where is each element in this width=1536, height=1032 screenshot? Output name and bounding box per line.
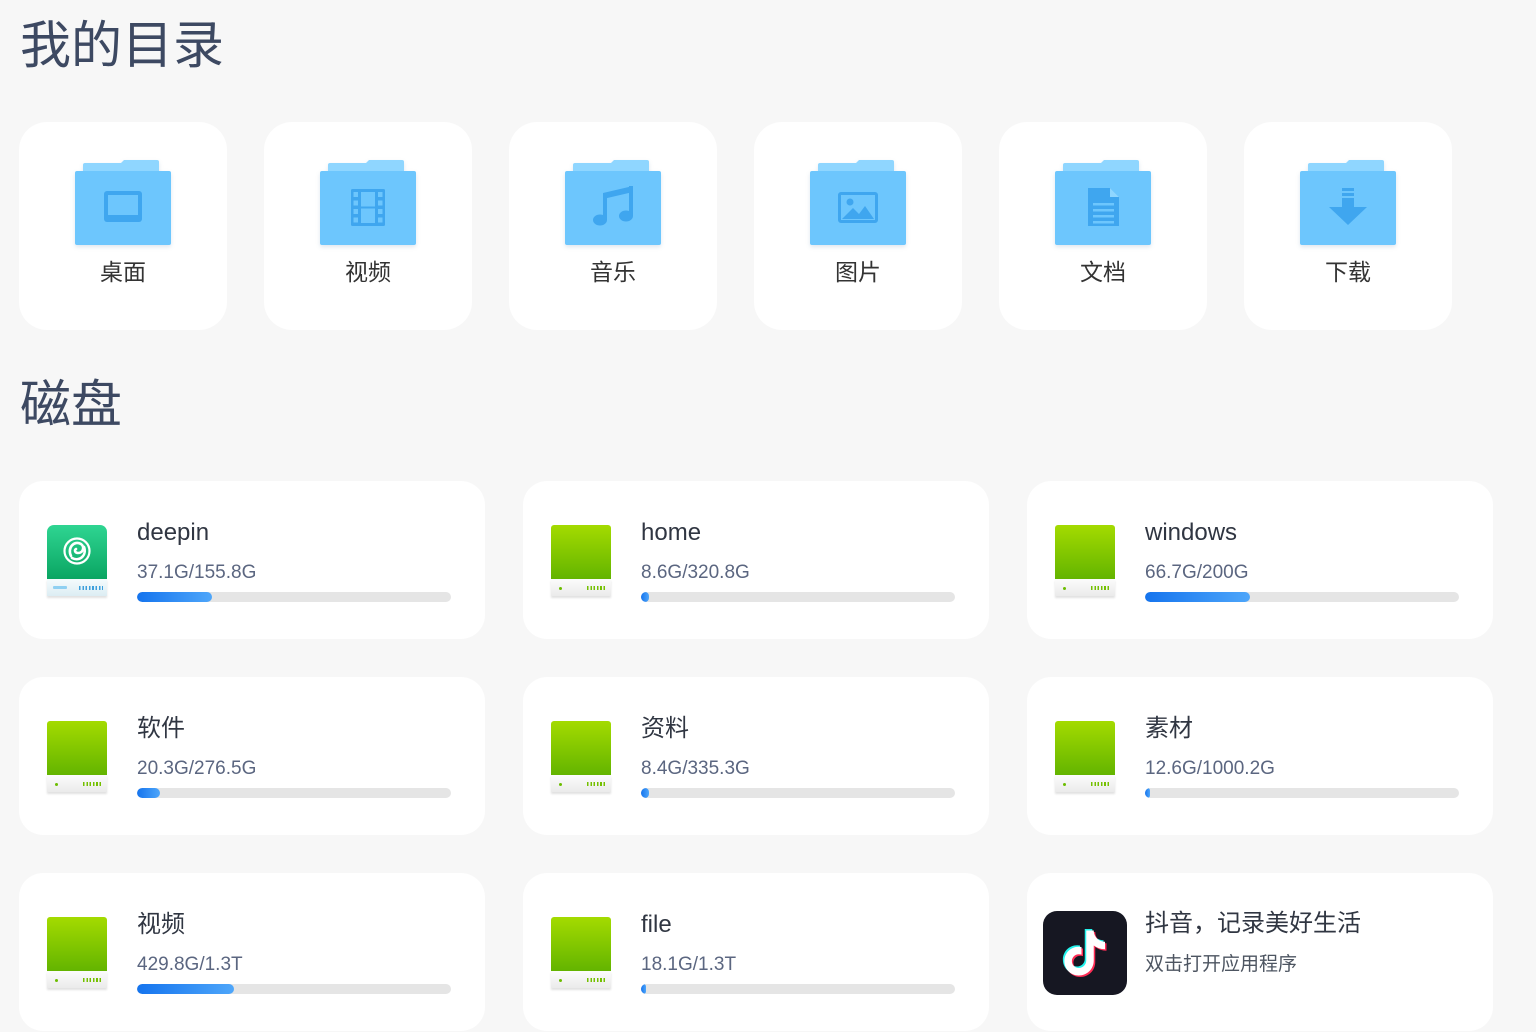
drive-icon (551, 721, 611, 794)
disk-name: 素材 (1145, 715, 1193, 742)
usage-bar-fill (641, 984, 646, 994)
usage-bar (137, 788, 451, 798)
disk-name: deepin (137, 519, 210, 546)
disk-name: home (641, 519, 702, 546)
deepin-drive-icon (47, 525, 107, 598)
drive-icon (551, 525, 611, 598)
app-name: 抖音，记录美好生活 (1145, 910, 1361, 937)
disk-name: file (641, 911, 672, 938)
disk-usage: 37.1G/155.8G (137, 562, 257, 583)
usage-bar-fill (641, 592, 650, 602)
usage-bar (137, 984, 451, 994)
folder-list: 桌面 视频 音乐 图片 文档 下载 (19, 122, 1452, 330)
disk-card-assets[interactable]: 素材 12.6G/1000.2G (1027, 677, 1493, 835)
usage-bar-fill (1145, 788, 1150, 798)
folder-label: 文档 (1080, 259, 1126, 285)
disk-usage: 20.3G/276.5G (137, 758, 257, 779)
usage-bar (1145, 788, 1459, 798)
usage-bar-fill (641, 788, 649, 798)
tiktok-icon (1043, 911, 1127, 995)
folder-card-desktop[interactable]: 桌面 (19, 122, 227, 330)
file-manager-home: 我的目录 桌面 视频 音乐 图片 文档 下载 磁盘 deepin 37.1G/1… (0, 0, 1536, 1032)
disk-card-home[interactable]: home 8.6G/320.8G (523, 481, 989, 639)
documents-folder-icon (1055, 160, 1151, 245)
desktop-folder-icon (75, 160, 171, 245)
folder-label: 图片 (835, 259, 881, 285)
video-folder-icon (320, 160, 416, 245)
downloads-folder-icon (1300, 160, 1396, 245)
usage-bar-fill (137, 592, 212, 602)
disk-usage: 18.1G/1.3T (641, 954, 737, 975)
drive-icon (551, 917, 611, 990)
disk-card-videos[interactable]: 视频 429.8G/1.3T (19, 873, 485, 1031)
usage-bar-fill (137, 984, 235, 994)
disk-usage: 66.7G/200G (1145, 562, 1249, 583)
disk-list: deepin 37.1G/155.8G home 8.6G/320.8G win… (19, 481, 1493, 1031)
disk-card-deepin[interactable]: deepin 37.1G/155.8G (19, 481, 485, 639)
disk-card-file[interactable]: file 18.1G/1.3T (523, 873, 989, 1031)
folder-card-documents[interactable]: 文档 (999, 122, 1207, 330)
my-directory-title: 我的目录 (20, 17, 225, 74)
disk-name: 视频 (137, 911, 185, 938)
drive-icon (1055, 525, 1115, 598)
disk-usage: 8.4G/335.3G (641, 758, 750, 779)
disk-usage: 12.6G/1000.2G (1145, 758, 1275, 779)
usage-bar (641, 984, 955, 994)
app-hint: 双击打开应用程序 (1145, 954, 1298, 975)
disk-name: windows (1145, 519, 1238, 546)
usage-bar (1145, 592, 1459, 602)
folder-label: 桌面 (100, 259, 146, 285)
disk-card-windows[interactable]: windows 66.7G/200G (1027, 481, 1493, 639)
pictures-folder-icon (810, 160, 906, 245)
disks-title: 磁盘 (20, 376, 123, 433)
folder-label: 音乐 (590, 259, 636, 285)
usage-bar-fill (1145, 592, 1250, 602)
usage-bar (641, 592, 955, 602)
disk-usage: 8.6G/320.8G (641, 562, 750, 583)
drive-icon (47, 721, 107, 794)
drive-icon (47, 917, 107, 990)
music-folder-icon (565, 160, 661, 245)
disk-name: 软件 (137, 715, 185, 742)
usage-bar (641, 788, 955, 798)
drive-icon (1055, 721, 1115, 794)
folder-card-videos[interactable]: 视频 (264, 122, 472, 330)
usage-bar (137, 592, 451, 602)
folder-label: 视频 (345, 259, 391, 285)
folder-card-pictures[interactable]: 图片 (754, 122, 962, 330)
usage-bar-fill (137, 788, 160, 798)
folder-label: 下载 (1325, 259, 1371, 285)
app-card-douyin[interactable]: 抖音，记录美好生活 双击打开应用程序 (1027, 873, 1493, 1031)
folder-card-music[interactable]: 音乐 (509, 122, 717, 330)
folder-card-downloads[interactable]: 下载 (1244, 122, 1452, 330)
disk-name: 资料 (641, 715, 689, 742)
disk-usage: 429.8G/1.3T (137, 954, 243, 975)
disk-card-software[interactable]: 软件 20.3G/276.5G (19, 677, 485, 835)
disk-card-data[interactable]: 资料 8.4G/335.3G (523, 677, 989, 835)
